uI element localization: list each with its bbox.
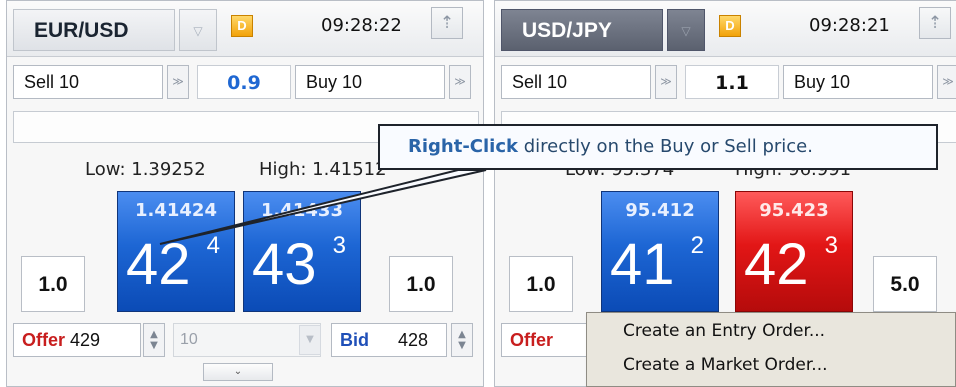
panel-header: EUR/USD ▽ D 09:28:22 ⇡	[7, 1, 483, 57]
eurusd-trade-panel: EUR/USD ▽ D 09:28:22 ⇡ Sell 10 ≫ 0.9 Buy…	[6, 0, 484, 387]
offer-label: Offer	[22, 330, 66, 350]
sell-amount-select[interactable]: Sell 10	[501, 65, 651, 99]
offer-field[interactable]: Offer 429	[13, 323, 141, 357]
left-lot-button[interactable]: 1.0	[21, 256, 85, 312]
currency-pair-selector[interactable]: EUR/USD	[13, 9, 175, 51]
bid-label: Bid	[340, 330, 369, 350]
offer-stepper-icon[interactable]: ▲ ▼	[143, 323, 165, 357]
sell-price-full: 95.412	[625, 200, 695, 221]
pin-icon[interactable]: ⇡	[431, 7, 463, 39]
right-lot-button[interactable]: 1.0	[389, 256, 453, 312]
sell-amount-select[interactable]: Sell 10	[13, 65, 163, 99]
sell-price-button[interactable]: 95.412 41 2	[601, 191, 719, 312]
callout-text: Right-Click directly on the Buy or Sell …	[408, 136, 813, 157]
chevron-down-icon[interactable]: ≫	[449, 65, 471, 99]
buy-price-button[interactable]: 1.41433 43 3	[243, 191, 361, 312]
offer-value: 429	[70, 330, 101, 350]
currency-pair-selector[interactable]: USD/JPY	[501, 9, 663, 51]
sell-price-big: 41	[610, 232, 675, 297]
context-menu: Create an Entry Order... Create a Market…	[586, 312, 956, 387]
bid-field[interactable]: Bid 428	[331, 323, 447, 357]
dealing-badge[interactable]: D	[231, 15, 253, 37]
sell-price-button[interactable]: 1.41424 42 4	[117, 191, 235, 312]
high-value: High: 1.41512	[259, 159, 387, 180]
sell-price-big: 42	[126, 232, 191, 297]
buy-price-big: 43	[252, 232, 317, 297]
chevron-down-icon[interactable]: ▼	[299, 325, 321, 355]
buy-amount-select[interactable]: Buy 10	[783, 65, 933, 99]
menu-item-create-market-order[interactable]: Create a Market Order...	[623, 355, 828, 375]
buy-price-big: 42	[744, 232, 809, 297]
buy-price-button[interactable]: 95.423 42 3	[735, 191, 853, 312]
chevron-down-icon[interactable]: ≫	[655, 65, 677, 99]
dealing-badge[interactable]: D	[719, 15, 741, 37]
callout-emphasis: Right-Click	[408, 136, 518, 157]
right-lot-button[interactable]: 5.0	[873, 256, 937, 312]
buy-price-pip: 3	[824, 232, 838, 259]
chevron-down-icon[interactable]: ≫	[937, 65, 956, 99]
bid-stepper-icon[interactable]: ▲ ▼	[451, 323, 473, 357]
panel-header: USD/JPY ▽ D 09:28:21 ⇡	[495, 1, 956, 57]
low-value: Low: 1.39252	[85, 159, 206, 180]
quote-time: 09:28:21	[809, 15, 890, 36]
dropdown-arrow-icon[interactable]: ▽	[667, 9, 705, 51]
bid-value: 428	[398, 330, 429, 350]
buy-price-full: 1.41433	[261, 200, 343, 221]
chevron-down-icon[interactable]: ≫	[167, 65, 189, 99]
offer-label: Offer	[510, 330, 554, 350]
callout-body: directly on the Buy or Sell price.	[518, 136, 813, 157]
menu-item-create-entry-order[interactable]: Create an Entry Order...	[623, 321, 825, 341]
expand-button[interactable]: ⌄	[203, 363, 273, 381]
dropdown-arrow-icon[interactable]: ▽	[179, 9, 217, 51]
buy-price-pip: 3	[332, 232, 346, 259]
pin-icon[interactable]: ⇡	[919, 7, 951, 39]
tooltip-callout: Right-Click directly on the Buy or Sell …	[378, 124, 938, 170]
sell-price-pip: 4	[206, 232, 220, 259]
buy-amount-select[interactable]: Buy 10	[295, 65, 445, 99]
spread-value: 0.9	[197, 65, 291, 99]
sell-price-pip: 2	[690, 232, 704, 259]
buy-price-full: 95.423	[759, 200, 829, 221]
left-lot-button[interactable]: 1.0	[509, 256, 573, 312]
sell-price-full: 1.41424	[135, 200, 217, 221]
spread-value: 1.1	[685, 65, 779, 99]
quote-time: 09:28:22	[321, 15, 402, 36]
